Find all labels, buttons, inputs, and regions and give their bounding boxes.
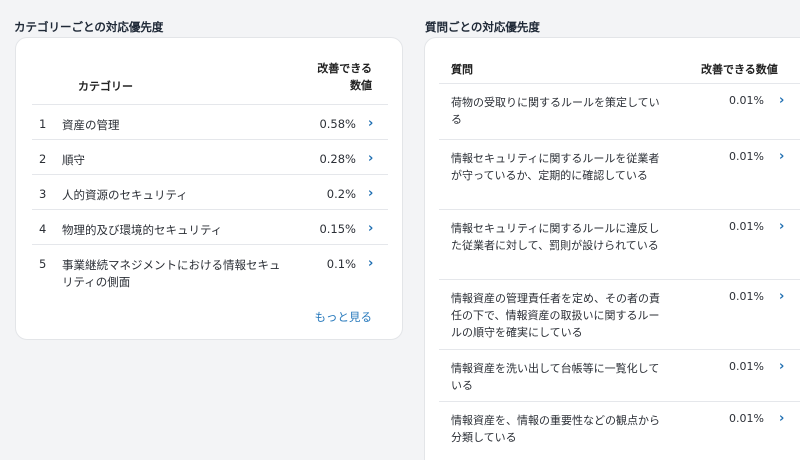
- chevron-right-icon[interactable]: ›: [779, 93, 791, 108]
- question-row-3[interactable]: 情報セキュリティに関するルールに違反した従業者に対して、罰則が設けられている 0…: [439, 210, 800, 280]
- header-question: 質問: [451, 63, 473, 76]
- row-value: 0.01%: [729, 94, 764, 107]
- category-row-4[interactable]: 4 物理的及び環境的セキュリティ 0.15% ›: [32, 210, 388, 245]
- header-improvable-value: 改善できる数値: [701, 63, 778, 76]
- row-value: 0.01%: [729, 220, 764, 233]
- row-value: 0.58%: [319, 117, 356, 131]
- row-question-text: 情報資産の管理責任者を定め、その者の責任の下で、情報資産の取扱いに関するルールの…: [451, 292, 660, 339]
- row-index: 5: [39, 257, 47, 271]
- row-value: 0.15%: [319, 222, 356, 236]
- row-value: 0.01%: [729, 150, 764, 163]
- row-index: 3: [39, 187, 47, 201]
- chevron-right-icon[interactable]: ›: [779, 289, 791, 304]
- chevron-right-icon[interactable]: ›: [779, 149, 791, 164]
- header-value-line1: 改善できる: [317, 62, 372, 75]
- chevron-right-icon[interactable]: ›: [779, 411, 791, 426]
- row-question-text: 情報資産を洗い出して台帳等に一覧化している: [451, 362, 660, 392]
- chevron-right-icon[interactable]: ›: [368, 151, 380, 166]
- row-index: 1: [39, 117, 47, 131]
- question-priority-card: 質問 改善できる数値 荷物の受取りに関するルールを策定している 0.01% › …: [424, 37, 800, 460]
- row-question-text: 情報資産を、情報の重要性などの観点から分類している: [451, 414, 660, 444]
- category-priority-card: カテゴリー 改善できる 数値 1 資産の管理 0.58% › 2 順守 0.28…: [15, 37, 403, 340]
- row-value: 0.01%: [729, 412, 764, 425]
- row-index: 2: [39, 152, 47, 166]
- row-question-text: 荷物の受取りに関するルールを策定している: [451, 96, 660, 126]
- row-category-name: 資産の管理: [62, 118, 120, 132]
- header-improvable-value: 改善できる 数値: [317, 60, 372, 94]
- chevron-right-icon[interactable]: ›: [779, 219, 791, 234]
- category-row-2[interactable]: 2 順守 0.28% ›: [32, 140, 388, 175]
- question-row-1[interactable]: 荷物の受取りに関するルールを策定している 0.01% ›: [439, 84, 800, 140]
- row-question-text: 情報セキュリティに関するルールに違反した従業者に対して、罰則が設けられている: [451, 222, 660, 252]
- row-category-name: 事業継続マネジメントにおける情報セキュリティの側面: [62, 258, 281, 289]
- category-row-5[interactable]: 5 事業継続マネジメントにおける情報セキュリティの側面 0.1% ›: [32, 245, 388, 298]
- category-table-header: カテゴリー 改善できる 数値: [32, 38, 388, 105]
- question-row-2[interactable]: 情報セキュリティに関するルールを従業者が守っているか、定期的に確認している 0.…: [439, 140, 800, 210]
- row-category-name: 物理的及び環境的セキュリティ: [62, 223, 223, 237]
- category-priority-title: カテゴリーごとの対応優先度: [14, 20, 164, 34]
- question-row-5[interactable]: 情報資産を洗い出して台帳等に一覧化している 0.01% ›: [439, 350, 800, 402]
- question-row-6[interactable]: 情報資産を、情報の重要性などの観点から分類している 0.01% ›: [439, 402, 800, 460]
- chevron-right-icon[interactable]: ›: [368, 116, 380, 131]
- row-index: 4: [39, 222, 47, 236]
- row-value: 0.1%: [326, 257, 356, 271]
- row-value: 0.2%: [326, 187, 356, 201]
- row-category-name: 順守: [62, 153, 85, 167]
- chevron-right-icon[interactable]: ›: [368, 186, 380, 201]
- see-more-link[interactable]: もっと見る: [315, 309, 373, 325]
- row-value: 0.28%: [319, 152, 356, 166]
- row-value: 0.01%: [729, 360, 764, 373]
- row-category-name: 人的資源のセキュリティ: [62, 188, 188, 202]
- question-priority-title: 質問ごとの対応優先度: [425, 20, 540, 34]
- header-category: カテゴリー: [78, 80, 133, 93]
- category-row-1[interactable]: 1 資産の管理 0.58% ›: [32, 105, 388, 140]
- question-table-header: 質問 改善できる数値: [439, 38, 800, 84]
- header-value-line2: 数値: [350, 79, 372, 92]
- row-question-text: 情報セキュリティに関するルールを従業者が守っているか、定期的に確認している: [451, 152, 660, 182]
- question-row-4[interactable]: 情報資産の管理責任者を定め、その者の責任の下で、情報資産の取扱いに関するルールの…: [439, 280, 800, 350]
- chevron-right-icon[interactable]: ›: [779, 359, 791, 374]
- row-value: 0.01%: [729, 290, 764, 303]
- chevron-right-icon[interactable]: ›: [368, 221, 380, 236]
- chevron-right-icon[interactable]: ›: [368, 256, 380, 271]
- category-row-3[interactable]: 3 人的資源のセキュリティ 0.2% ›: [32, 175, 388, 210]
